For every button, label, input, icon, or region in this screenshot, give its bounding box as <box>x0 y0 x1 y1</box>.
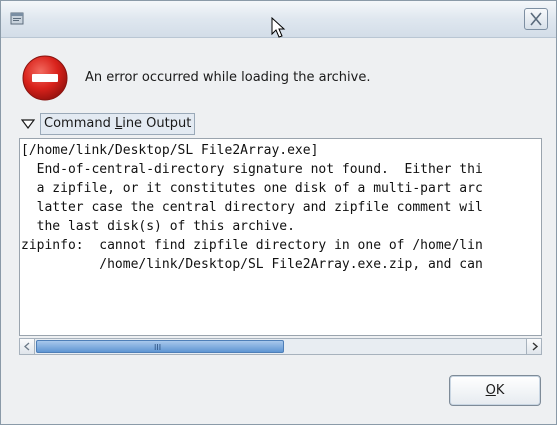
scroll-left-button[interactable] <box>20 339 35 354</box>
chevron-right-icon <box>532 342 539 351</box>
output-line: the last disk(s) of this archive. <box>21 219 295 234</box>
output-line: zipinfo: cannot find zipfile directory i… <box>21 238 483 253</box>
expander-label-part: ine Output <box>122 116 192 131</box>
expander-down-arrow-icon[interactable] <box>21 118 35 130</box>
mouse-cursor-icon <box>271 17 286 38</box>
chevron-left-icon <box>24 342 30 351</box>
expander-label[interactable]: Command Line Output <box>40 113 196 135</box>
scrollbar-grip: III <box>154 343 162 352</box>
command-line-output-expander[interactable]: Command Line Output <box>21 113 196 135</box>
error-message: An error occurred while loading the arch… <box>85 70 371 85</box>
ok-button[interactable]: OK <box>449 375 541 406</box>
output-text: [/home/link/Desktop/SL File2Array.exe] E… <box>20 139 541 274</box>
scroll-right-button[interactable] <box>526 339 541 354</box>
close-button[interactable] <box>524 8 548 30</box>
output-line: a zipfile, or it constitutes one disk of… <box>21 181 483 196</box>
output-line: End-of-central-directory signature not f… <box>21 162 483 177</box>
close-icon <box>530 12 542 26</box>
output-line: [/home/link/Desktop/SL File2Array.exe] <box>21 143 319 158</box>
horizontal-scrollbar[interactable]: III <box>19 338 542 355</box>
ok-label: K <box>495 383 505 398</box>
scrollbar-thumb[interactable]: III <box>36 340 284 353</box>
command-output-textview[interactable]: [/home/link/Desktop/SL File2Array.exe] E… <box>19 138 542 336</box>
output-line: /home/link/Desktop/SL File2Array.exe.zip… <box>21 257 483 272</box>
error-dialog-window: An error occurred while loading the arch… <box>0 0 557 425</box>
app-window-icon <box>10 12 24 25</box>
ok-mnemonic: O <box>485 383 496 398</box>
error-icon <box>22 55 68 101</box>
output-line: latter case the central directory and zi… <box>21 200 483 215</box>
expander-label-part: Command <box>44 116 115 131</box>
